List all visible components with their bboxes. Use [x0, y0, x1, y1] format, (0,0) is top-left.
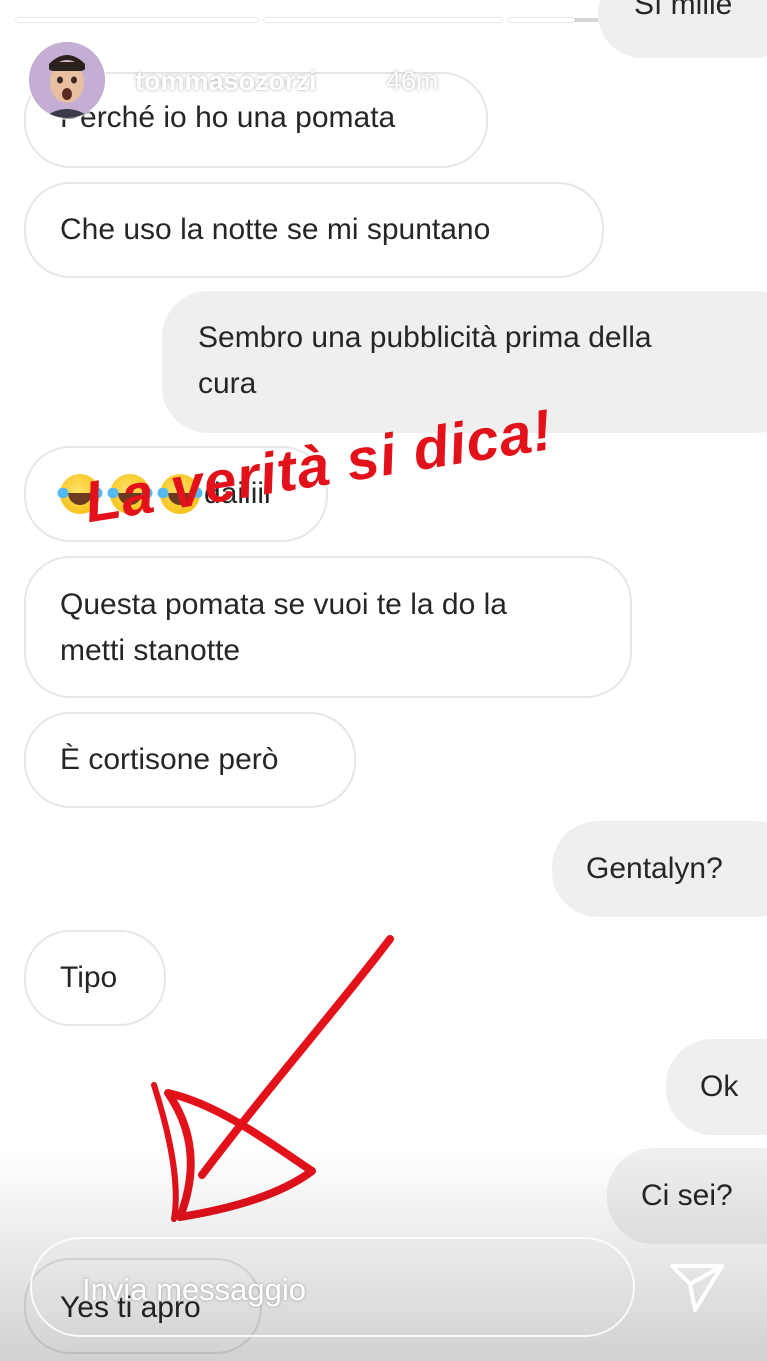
red-arrow-drawing: [151, 935, 394, 1222]
avatar-image: [29, 42, 105, 118]
message-text-line: Sembro una pubblicità prima della: [198, 321, 652, 354]
message-bubble-outgoing: Ok: [666, 1039, 767, 1135]
more-horizontal-icon[interactable]: [600, 62, 650, 102]
message-text: Sì mille: [634, 0, 733, 21]
message-text: Ok: [700, 1070, 739, 1103]
message-text: Ci sei?: [641, 1179, 733, 1212]
story-progress-bar: [264, 18, 502, 22]
message-text-line: metti stanotte: [60, 634, 241, 667]
message-input[interactable]: [80, 1267, 604, 1313]
story-progress-fill: [264, 18, 502, 22]
message-text: Tipo: [60, 961, 118, 994]
message-bubble-incoming: Questa pomata se vuoi te la do la metti …: [24, 556, 632, 698]
avatar[interactable]: [29, 42, 105, 118]
message-text: Che uso la notte se mi spuntano: [60, 213, 491, 246]
message-bubble-incoming: Che uso la notte se mi spuntano: [24, 182, 604, 278]
message-bubble-outgoing: Ci sei?: [607, 1148, 767, 1244]
message-text-line: cura: [198, 367, 257, 400]
message-bubble-outgoing: Sì mille: [598, 0, 767, 58]
message-text: Perché io ho una pomata: [60, 101, 396, 134]
message-text: È cortisone però: [60, 743, 279, 776]
message-text: Gentalyn?: [586, 852, 723, 885]
story-time: 46m: [386, 66, 439, 96]
close-icon[interactable]: [692, 54, 746, 108]
story-progress-fill: [16, 18, 258, 22]
send-icon[interactable]: [668, 1260, 726, 1316]
story-progress-bar: [16, 18, 258, 22]
message-text-line: Questa pomata se vuoi te la do la: [60, 588, 507, 621]
story-progress-fill: [508, 18, 576, 22]
message-bubble-incoming: È cortisone però: [24, 712, 356, 808]
story-screen: Sì mille Perché io ho una pomata tommaso…: [0, 0, 767, 1361]
reply-bar[interactable]: [30, 1237, 635, 1337]
message-bubble-outgoing: Gentalyn?: [552, 821, 767, 917]
username[interactable]: tommasozorzi: [135, 66, 317, 97]
